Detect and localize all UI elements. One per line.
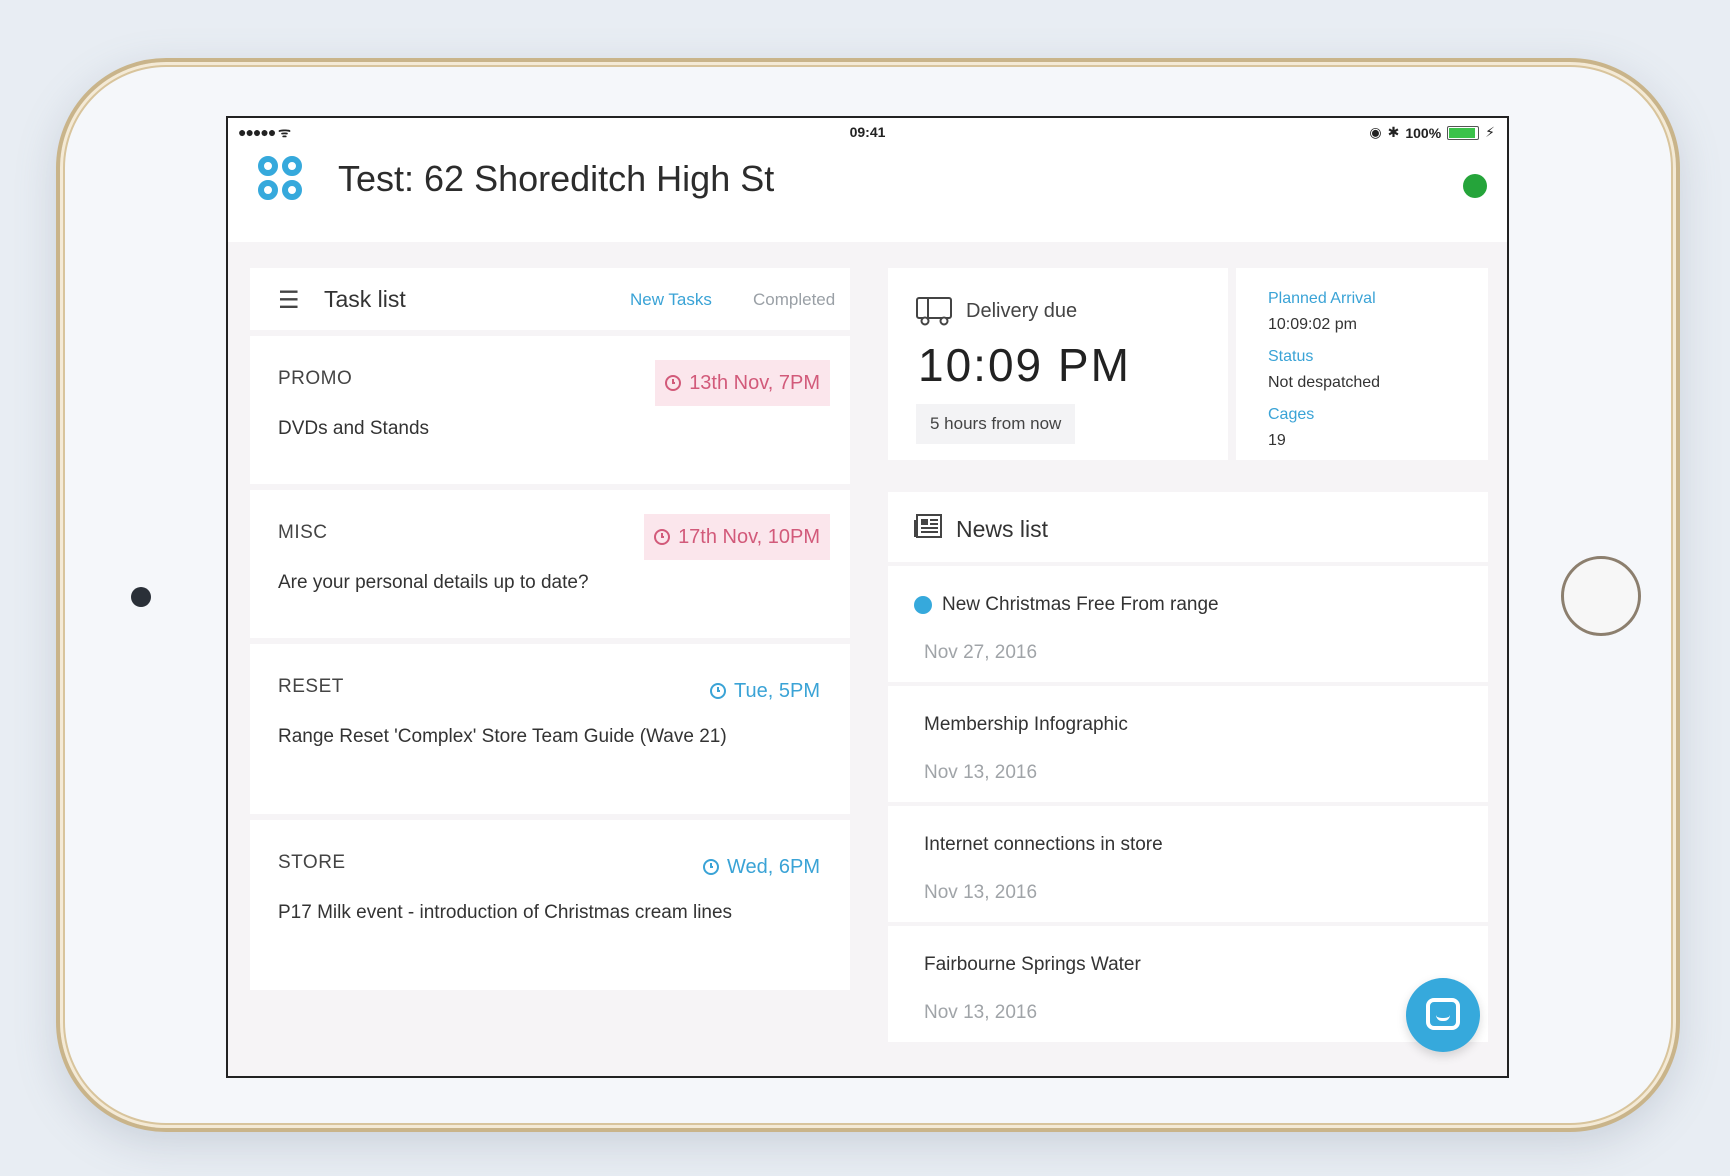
news-headline: Internet connections in store — [924, 834, 1163, 855]
charging-icon: ⚡ — [1485, 124, 1495, 140]
news-item[interactable]: Internet connections in store Nov 13, 20… — [888, 806, 1488, 922]
delivery-label: Delivery due — [966, 300, 1078, 322]
task-due-badge: Wed, 6PM — [693, 844, 830, 890]
task-description: Are your personal details up to date? — [278, 572, 589, 593]
task-due-text: Wed, 6PM — [727, 855, 820, 878]
task-due-text: 17th Nov, 10PM — [678, 525, 820, 548]
store-title: Test: 62 Shoreditch High St — [338, 158, 775, 199]
chat-button[interactable] — [1406, 978, 1480, 1052]
home-button[interactable] — [1561, 556, 1641, 636]
delivery-status: Status Not despatched — [1268, 348, 1380, 392]
cages: Cages 19 — [1268, 406, 1314, 450]
planned-arrival: Planned Arrival 10:09:02 pm — [1268, 290, 1376, 334]
task-list-title: Task list — [324, 286, 406, 312]
unread-indicator — [914, 596, 932, 614]
task-description: DVDs and Stands — [278, 418, 430, 439]
task-due-badge: 13th Nov, 7PM — [655, 360, 830, 406]
news-date: Nov 13, 2016 — [924, 762, 1038, 783]
online-status-indicator — [1463, 174, 1487, 198]
delivery-time: 10:09 PM — [918, 339, 1131, 391]
news-item[interactable]: Membership Infographic Nov 13, 2016 — [888, 686, 1488, 802]
news-list-header: News list — [888, 492, 1488, 562]
task-due-badge: 17th Nov, 10PM — [644, 514, 830, 560]
task-due-text: Tue, 5PM — [734, 679, 820, 702]
delivery-panel: Delivery due 10:09 PM 5 hours from now P… — [888, 268, 1488, 460]
task-description: Range Reset 'Complex' Store Team Guide (… — [278, 726, 727, 747]
task-category: RESET — [278, 676, 344, 697]
planned-arrival-value: 10:09:02 pm — [1268, 316, 1357, 333]
planned-arrival-label: Planned Arrival — [1268, 290, 1376, 307]
task-category: MISC — [278, 522, 328, 543]
task-due-badge: Tue, 5PM — [700, 668, 830, 714]
delivery-relative-time: 5 hours from now — [916, 404, 1076, 444]
news-list-title: News list — [956, 516, 1049, 542]
location-icon: ◉ — [1369, 124, 1382, 140]
news-item[interactable]: New Christmas Free From range Nov 27, 20… — [888, 566, 1488, 682]
front-camera — [131, 587, 151, 607]
news-date: Nov 13, 2016 — [924, 882, 1038, 903]
task-item[interactable]: STORE P17 Milk event - introduction of C… — [250, 820, 850, 990]
task-category: STORE — [278, 852, 346, 873]
chat-icon — [1426, 998, 1460, 1030]
cages-label: Cages — [1268, 406, 1315, 423]
news-headline: Membership Infographic — [924, 714, 1128, 735]
app-screen: ●●●●● ᯤ 09:41 ◉ ✱ 100% ⚡ Test: 62 Shored… — [226, 116, 1509, 1078]
task-item[interactable]: MISC Are your personal details up to dat… — [250, 490, 850, 638]
status-value: Not despatched — [1268, 374, 1381, 391]
status-time: 09:41 — [849, 124, 886, 140]
task-due-text: 13th Nov, 7PM — [689, 371, 820, 394]
clock-icon — [710, 683, 727, 699]
bluetooth-icon: ✱ — [1387, 124, 1400, 140]
coop-logo-icon — [258, 156, 310, 212]
delivery-summary[interactable]: Delivery due 10:09 PM 5 hours from now — [888, 268, 1228, 460]
task-list-header: ☰ Task list New Tasks Completed — [250, 268, 850, 330]
app-header: Test: 62 Shoreditch High St — [228, 148, 1507, 242]
news-date: Nov 27, 2016 — [924, 642, 1038, 663]
news-headline: Fairbourne Springs Water — [924, 954, 1141, 975]
right-column: Delivery due 10:09 PM 5 hours from now P… — [888, 268, 1488, 1046]
task-category: PROMO — [278, 368, 353, 389]
task-list-panel: ☰ Task list New Tasks Completed PROMO DV… — [250, 268, 850, 996]
battery-icon — [1447, 125, 1480, 140]
news-item[interactable]: Fairbourne Springs Water Nov 13, 2016 — [888, 926, 1488, 1042]
tab-completed[interactable]: Completed — [753, 290, 835, 310]
status-label: Status — [1268, 348, 1314, 365]
delivery-details: Planned Arrival 10:09:02 pm Status Not d… — [1236, 268, 1488, 460]
clock-icon — [654, 529, 671, 545]
battery-percent: 100% — [1405, 124, 1442, 141]
tab-new-tasks[interactable]: New Tasks — [630, 290, 712, 310]
status-right: ◉ ✱ 100% ⚡ — [1369, 124, 1495, 141]
clock-icon — [703, 859, 719, 875]
news-date: Nov 13, 2016 — [924, 1002, 1038, 1023]
truck-icon — [916, 297, 952, 326]
task-item[interactable]: RESET Range Reset 'Complex' Store Team G… — [250, 644, 850, 814]
newspaper-icon — [914, 514, 942, 538]
cages-value: 19 — [1268, 432, 1286, 449]
news-headline: New Christmas Free From range — [942, 594, 1219, 615]
status-bar: ●●●●● ᯤ 09:41 ◉ ✱ 100% ⚡ — [228, 118, 1507, 148]
clock-icon — [665, 375, 682, 391]
task-description: P17 Milk event - introduction of Christm… — [278, 902, 733, 923]
list-icon: ☰ — [278, 287, 300, 314]
task-item[interactable]: PROMO DVDs and Stands 13th Nov, 7PM — [250, 336, 850, 484]
